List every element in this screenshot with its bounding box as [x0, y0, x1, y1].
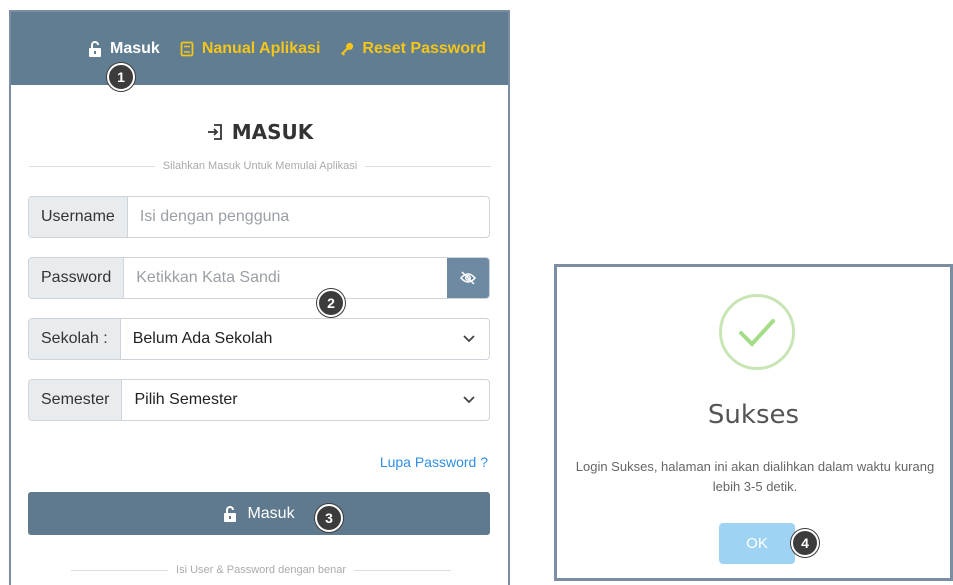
semester-label: Semester — [29, 380, 123, 420]
username-input[interactable]: Isi dengan pengguna — [128, 197, 489, 237]
eye-slash-icon — [460, 271, 476, 285]
dialog-title: Sukses — [707, 400, 800, 430]
chevron-down-icon[interactable] — [449, 380, 489, 420]
nav-masuk-label: Masuk — [110, 39, 160, 57]
subtitle-divider: Silahkan Masuk Untuk Memulai Aplikasi — [29, 160, 492, 172]
password-group: Password Ketikkan Kata Sandi — [28, 257, 490, 299]
page-title-text: MASUK — [231, 120, 314, 144]
success-check-icon — [719, 294, 795, 370]
success-dialog: Sukses Login Sukses, halaman ini akan di… — [554, 264, 953, 581]
chevron-down-icon[interactable] — [449, 319, 489, 359]
page-title: MASUK — [11, 120, 508, 144]
nav-reset-label: Reset Password — [362, 39, 486, 57]
password-input[interactable]: Ketikkan Kata Sandi — [124, 258, 447, 298]
step-marker-1: 1 — [107, 63, 135, 91]
login-panel: Masuk Nanual Aplikasi Reset Password 1 M… — [9, 10, 510, 585]
dialog-message: Login Sukses, halaman ini akan dialihkan… — [575, 459, 935, 494]
footer-note: Isi User & Password dengan benar — [176, 564, 346, 576]
school-label: Sekolah : — [29, 319, 121, 359]
login-submit-label: Masuk — [247, 504, 295, 522]
password-label: Password — [29, 258, 125, 298]
nav-manual-label: Nanual Aplikasi — [201, 39, 321, 57]
lock-open-icon — [224, 505, 237, 522]
ok-button[interactable]: OK — [719, 523, 795, 564]
nav-masuk[interactable]: Masuk — [88, 40, 160, 58]
footer-divider: Isi User & Password dengan benar — [71, 564, 452, 576]
semester-select[interactable]: Pilih Semester — [122, 380, 449, 420]
top-navbar: Masuk Nanual Aplikasi Reset Password — [11, 12, 508, 85]
step-marker-3: 3 — [315, 504, 343, 532]
lock-open-icon — [89, 40, 102, 57]
subtitle-text: Silahkan Masuk Untuk Memulai Aplikasi — [162, 160, 358, 172]
nav-reset-password[interactable]: Reset Password — [340, 40, 486, 58]
book-icon — [180, 41, 194, 56]
school-group: Sekolah : Belum Ada Sekolah — [28, 318, 490, 360]
toggle-password-button[interactable] — [447, 258, 489, 298]
step-marker-4: 4 — [791, 529, 819, 557]
username-group: Username Isi dengan pengguna — [28, 196, 490, 238]
semester-group: Semester Pilih Semester — [28, 379, 490, 421]
forgot-password-link[interactable]: Lupa Password ? — [380, 454, 488, 470]
login-submit-button[interactable]: Masuk — [28, 492, 490, 535]
sign-in-icon — [207, 124, 222, 140]
school-select[interactable]: Belum Ada Sekolah — [121, 319, 449, 359]
step-marker-2: 2 — [317, 289, 345, 317]
key-icon — [341, 42, 354, 56]
nav-manual[interactable]: Nanual Aplikasi — [180, 39, 321, 58]
username-label: Username — [29, 197, 128, 237]
